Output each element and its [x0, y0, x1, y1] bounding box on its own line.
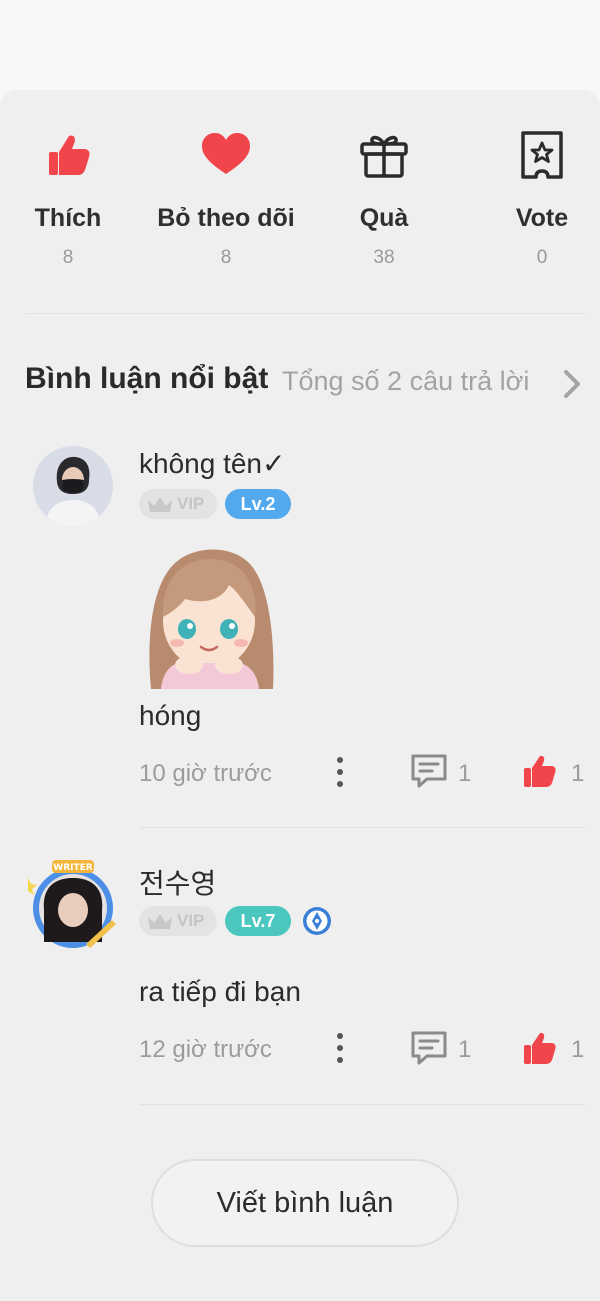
reply-icon[interactable] [409, 1029, 449, 1067]
stat-count: 38 [373, 247, 395, 268]
comment-text: hóng [139, 700, 202, 731]
level-badge: Lv.2 [225, 489, 291, 519]
stat-follow[interactable]: Bỏ theo dõi 8 [146, 128, 306, 269]
avatar[interactable] [33, 446, 113, 526]
level-badge: Lv.7 [225, 906, 291, 936]
vip-label: VIP [177, 911, 205, 930]
like-count: 1 [571, 1036, 585, 1063]
write-comment-button[interactable]: Viết bình luận [151, 1159, 459, 1247]
reply-icon[interactable] [409, 752, 449, 790]
crown-icon [148, 914, 172, 929]
avatar-image [33, 446, 113, 526]
ticket-star-icon [521, 131, 563, 179]
stat-count: 8 [62, 247, 74, 268]
stat-count: 0 [536, 247, 548, 268]
bottom-sheet: Thích 8 Bỏ theo dõi 8 Quà 38 Vote 0 Bình… [0, 90, 600, 1301]
vip-badge: VIP [139, 489, 217, 519]
stat-count: 8 [220, 247, 232, 268]
writer-badge-icon [303, 907, 331, 935]
crown-icon [148, 497, 172, 512]
stat-vote[interactable]: Vote 0 [462, 128, 600, 269]
divider [139, 1104, 585, 1105]
gift-icon [360, 135, 408, 178]
vip-badge: VIP [139, 906, 217, 936]
reply-count: 1 [458, 760, 472, 787]
timestamp: 12 giờ trước [139, 1036, 272, 1063]
more-options-icon[interactable] [330, 1031, 350, 1065]
stat-label: Quà [359, 204, 409, 232]
like-count: 1 [571, 760, 585, 787]
username[interactable]: 전수영 [139, 862, 216, 902]
comment-text: ra tiếp đi bạn [139, 976, 301, 1007]
divider [139, 827, 585, 828]
stat-label: Vote [515, 204, 569, 232]
stat-like[interactable]: Thích 8 [0, 128, 148, 269]
sticker-image [149, 549, 274, 689]
vip-label: VIP [177, 494, 205, 513]
section-title: Bình luận nổi bật [25, 362, 269, 395]
thumbs-up-icon [49, 135, 90, 175]
heart-icon [202, 133, 250, 174]
chevron-right-icon[interactable] [560, 368, 584, 400]
stat-label: Thích [34, 204, 102, 232]
more-options-icon[interactable] [330, 755, 350, 789]
stat-gift[interactable]: Quà 38 [304, 128, 464, 269]
stats-row: Thích 8 Bỏ theo dõi 8 Quà 38 Vote 0 [0, 90, 600, 312]
avatar[interactable]: WRITER [26, 858, 120, 952]
thumbs-up-icon[interactable] [520, 752, 558, 790]
timestamp: 10 giờ trước [139, 760, 272, 787]
svg-text:WRITER: WRITER [53, 863, 92, 873]
divider [25, 313, 585, 314]
username[interactable]: không tên✓ [139, 447, 285, 480]
reply-count: 1 [458, 1036, 472, 1063]
stat-label: Bỏ theo dõi [157, 204, 295, 232]
top-strip [0, 0, 600, 90]
total-replies-link[interactable]: Tổng số 2 câu trả lời [282, 366, 529, 397]
thumbs-up-icon[interactable] [520, 1029, 558, 1067]
